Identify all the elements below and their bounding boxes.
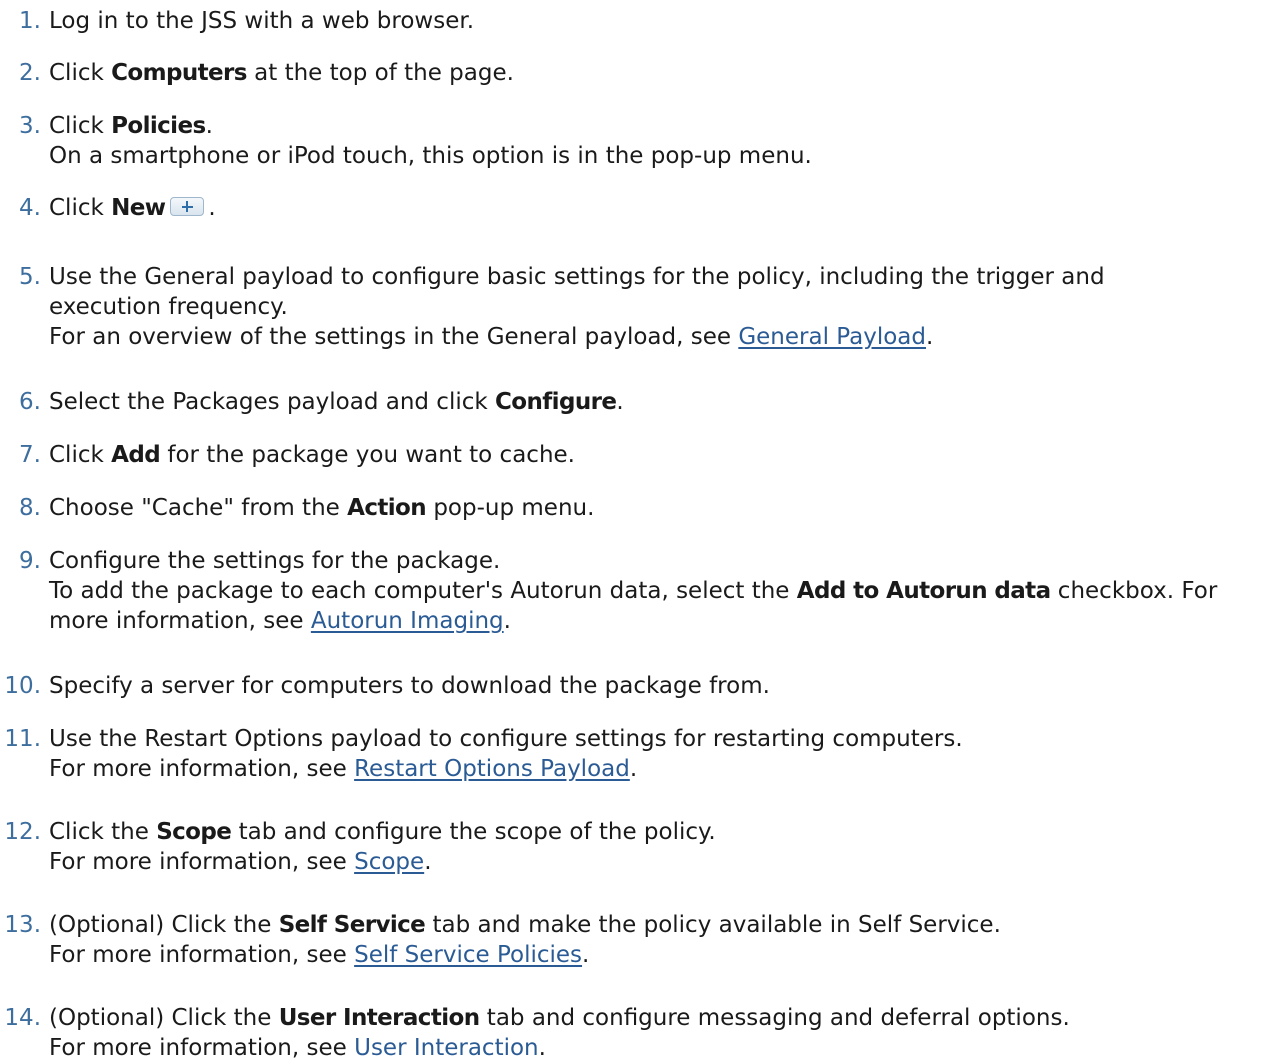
restart-options-payload-link[interactable]: Restart Options Payload [354, 756, 630, 782]
step-text: tab and make the policy available in Sel… [425, 912, 1001, 938]
step-text: Click [49, 60, 112, 86]
step-note: . [925, 324, 934, 350]
step-text: . [616, 389, 624, 415]
step-note: . [629, 756, 638, 782]
step-text: . [208, 195, 216, 221]
step-number: 6. [19, 389, 41, 415]
ui-term: New [111, 195, 166, 221]
step-note: On a smartphone or iPod touch, this opti… [49, 143, 812, 169]
step-note: For more information, see [49, 849, 355, 875]
step-note: . [582, 942, 590, 968]
step-text: Log in to the JSS with a web browser. [49, 8, 475, 34]
step-number: 10. [4, 673, 41, 699]
step-number: 1. [19, 8, 41, 34]
step-2: 2. Click Computers at the top of the pag… [0, 58, 514, 88]
ui-term: Add [111, 442, 161, 468]
general-payload-link[interactable]: General Payload [738, 324, 926, 350]
step-number: 3. [19, 113, 41, 139]
plus-icon [170, 197, 205, 216]
ui-term: Configure [495, 389, 617, 415]
step-14: 14. (Optional) Click the User Interactio… [0, 1003, 1070, 1063]
step-number: 2. [19, 60, 41, 86]
step-number: 13. [4, 912, 41, 938]
step-number: 7. [19, 442, 41, 468]
step-11: 11. Use the Restart Options payload to c… [0, 724, 963, 784]
step-note: . [424, 849, 432, 875]
step-note: For more information, see [49, 1035, 355, 1061]
step-13: 13. (Optional) Click the Self Service ta… [0, 910, 1001, 970]
step-1: 1. Log in to the JSS with a web browser. [0, 6, 474, 36]
step-text: Specify a server for computers to downlo… [49, 673, 770, 699]
step-note: more information, see [49, 608, 311, 634]
step-note: For an overview of the settings in the G… [49, 324, 739, 350]
step-text: for the package you want to cache. [160, 442, 575, 468]
step-note: . [538, 1035, 546, 1061]
step-6: 6. Select the Packages payload and click… [0, 387, 624, 417]
step-note: For more information, see [49, 756, 355, 782]
step-number: 5. [19, 264, 41, 290]
scope-link[interactable]: Scope [354, 849, 424, 875]
ui-term: Action [347, 495, 427, 521]
step-text: tab and configure the scope of the polic… [231, 819, 716, 845]
step-number: 12. [4, 819, 41, 845]
step-note: checkbox. For [1050, 578, 1218, 604]
autorun-imaging-link[interactable]: Autorun Imaging [311, 608, 504, 634]
ui-term: Computers [111, 60, 247, 86]
step-text: Click [49, 442, 112, 468]
step-3: 3. Click Policies. On a smartphone or iP… [0, 111, 812, 171]
step-number: 4. [19, 195, 41, 221]
step-text: Choose "Cache" from the [49, 495, 348, 521]
step-text: Use the General payload to configure bas… [49, 264, 1105, 290]
self-service-policies-link[interactable]: Self Service Policies [354, 942, 582, 968]
step-note: To add the package to each computer's Au… [49, 578, 797, 604]
step-9: 9. Configure the settings for the packag… [0, 546, 1217, 636]
step-number: 14. [4, 1005, 41, 1031]
step-number: 9. [19, 548, 41, 574]
step-text: (Optional) Click the [49, 912, 279, 938]
ui-term: Add to Autorun data [796, 578, 1051, 604]
step-text: at the top of the page. [246, 60, 514, 86]
step-number: 8. [19, 495, 41, 521]
ui-term: Policies [111, 113, 206, 139]
step-note: . [503, 608, 511, 634]
step-text: Click [49, 195, 112, 221]
step-text: Select the Packages payload and click [49, 389, 496, 415]
step-4: 4. Click New. [0, 193, 216, 223]
step-10: 10. Specify a server for computers to do… [0, 671, 770, 701]
ui-term: User Interaction [278, 1005, 480, 1031]
step-note: For more information, see [49, 942, 355, 968]
step-text: pop-up menu. [426, 495, 595, 521]
step-text: (Optional) Click the [49, 1005, 279, 1031]
step-12: 12. Click the Scope tab and configure th… [0, 817, 716, 877]
step-7: 7. Click Add for the package you want to… [0, 440, 575, 470]
step-text: Click the [49, 819, 157, 845]
step-number: 11. [4, 726, 41, 752]
step-5: 5. Use the General payload to configure … [0, 262, 1105, 352]
step-text: execution frequency. [49, 294, 288, 320]
ui-term: Self Service [278, 912, 426, 938]
step-text: . [205, 113, 213, 139]
step-text: Click [49, 113, 112, 139]
step-8: 8. Choose "Cache" from the Action pop-up… [0, 493, 594, 523]
user-interaction-link[interactable]: User Interaction [354, 1035, 539, 1061]
step-text: tab and configure messaging and deferral… [479, 1005, 1070, 1031]
ui-term: Scope [156, 819, 232, 845]
step-text: Use the Restart Options payload to confi… [49, 726, 963, 752]
step-text: Configure the settings for the package. [49, 548, 501, 574]
